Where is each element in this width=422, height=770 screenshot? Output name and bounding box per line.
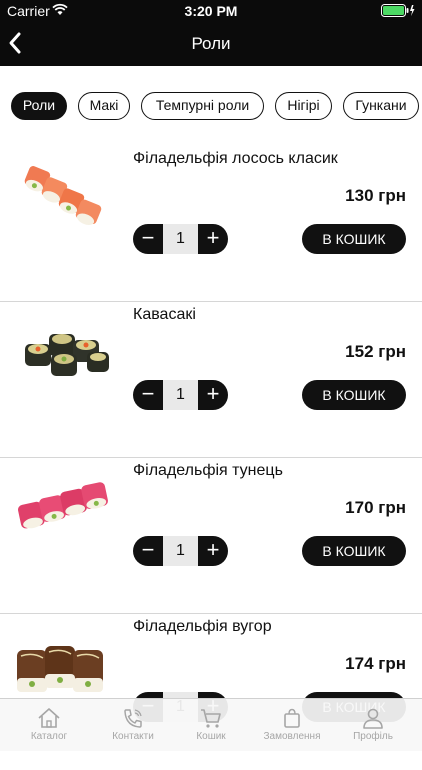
- decrease-button[interactable]: −: [133, 224, 163, 254]
- product-name: Філадельфія вугор: [133, 618, 272, 635]
- quantity-stepper: − 1 +: [133, 380, 228, 410]
- increase-button[interactable]: +: [198, 536, 228, 566]
- product-name: Філадельфія тунець: [133, 462, 283, 479]
- product-row: Філадельфія лосось класик 130 грн − 1 + …: [0, 146, 422, 302]
- tab-label: Контакти: [112, 731, 154, 742]
- tab-profile[interactable]: Профіль: [331, 699, 415, 751]
- product-image-philadelphia-salmon: [13, 160, 118, 235]
- page-title: Роли: [191, 34, 231, 53]
- bag-icon: [284, 708, 300, 728]
- chip-maki[interactable]: Макі: [78, 92, 130, 120]
- product-image-kawasaki: [13, 316, 118, 391]
- tab-contacts[interactable]: Контакти: [91, 699, 175, 751]
- tab-label: Замовлення: [263, 731, 321, 742]
- clock: 3:20 PM: [184, 3, 238, 19]
- quantity-stepper: − 1 +: [133, 536, 228, 566]
- chip-rolls[interactable]: Роли: [11, 92, 67, 120]
- product-price: 170 грн: [345, 498, 406, 517]
- tab-bar: Каталог Контакти Кошик Замовлення Профіл…: [0, 698, 422, 751]
- increase-button[interactable]: +: [198, 380, 228, 410]
- product-image-philadelphia-eel: [13, 628, 118, 703]
- tab-label: Каталог: [30, 731, 68, 742]
- tab-label: Кошик: [196, 731, 226, 742]
- chip-gunkan[interactable]: Гункани: [343, 92, 419, 120]
- product-price: 152 грн: [345, 342, 406, 361]
- product-image-philadelphia-tuna: [13, 472, 118, 547]
- increase-button[interactable]: +: [198, 224, 228, 254]
- product-name: Кавасакі: [133, 306, 196, 323]
- tab-orders[interactable]: Замовлення: [250, 699, 334, 751]
- add-to-cart-button[interactable]: В КОШИК: [302, 536, 406, 566]
- cart-icon: [201, 709, 221, 728]
- product-row: Кавасакі 152 грн − 1 + В КОШИК: [0, 302, 422, 458]
- product-price: 174 грн: [345, 654, 406, 673]
- quantity-stepper: − 1 +: [133, 224, 228, 254]
- product-row: Філадельфія тунець 170 грн − 1 + В КОШИК: [0, 458, 422, 614]
- tab-catalog[interactable]: Каталог: [7, 699, 91, 751]
- nav-bar: Роли: [0, 22, 422, 66]
- product-name: Філадельфія лосось класик: [133, 150, 338, 167]
- add-to-cart-button[interactable]: В КОШИК: [302, 224, 406, 254]
- quantity-value: 1: [163, 536, 198, 566]
- user-icon: [363, 708, 383, 729]
- tab-cart[interactable]: Кошик: [169, 699, 253, 751]
- tab-label: Профіль: [353, 731, 393, 742]
- phone-icon: [124, 709, 142, 728]
- chip-tempura-rolls[interactable]: Темпурні роли: [141, 92, 264, 120]
- status-bar: Carrier 3:20 PM: [0, 0, 422, 22]
- home-icon: [38, 708, 60, 728]
- decrease-button[interactable]: −: [133, 380, 163, 410]
- product-price: 130 грн: [345, 186, 406, 205]
- decrease-button[interactable]: −: [133, 536, 163, 566]
- quantity-value: 1: [163, 224, 198, 254]
- category-chips: Роли Макі Темпурні роли Нігірі Гункани: [0, 66, 422, 146]
- chip-nigiri[interactable]: Нігірі: [275, 92, 332, 120]
- quantity-value: 1: [163, 380, 198, 410]
- add-to-cart-button[interactable]: В КОШИК: [302, 380, 406, 410]
- battery-icon: [381, 4, 415, 22]
